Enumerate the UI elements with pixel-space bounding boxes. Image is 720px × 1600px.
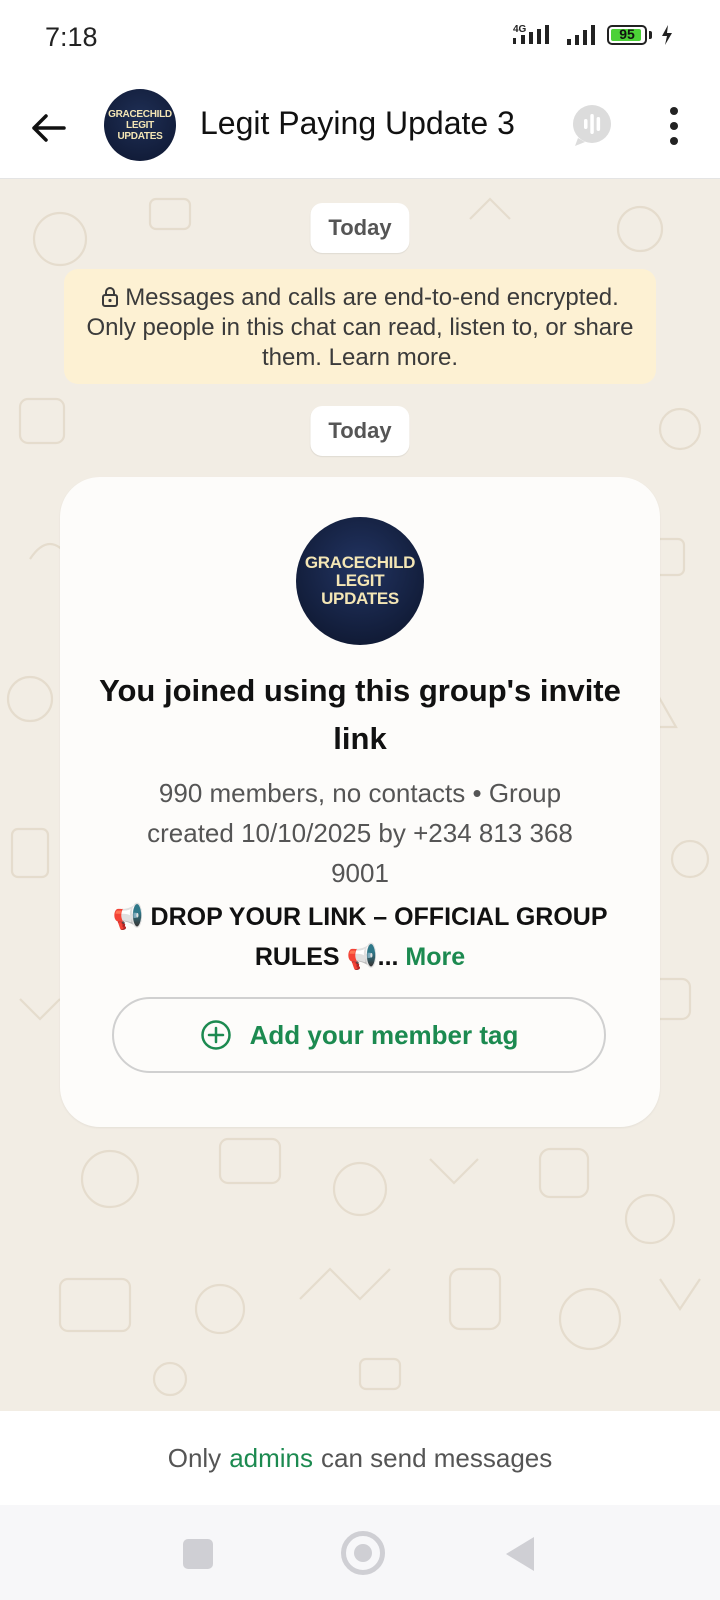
- signal-4g-icon: 4G: [513, 24, 549, 44]
- admins-link[interactable]: admins: [229, 1443, 313, 1474]
- more-options-button[interactable]: [656, 102, 692, 150]
- encryption-notice-text: Messages and calls are end-to-end encryp…: [86, 284, 634, 371]
- group-rules-text: 📢 DROP YOUR LINK – OFFICIAL GROUP RULES …: [112, 903, 608, 971]
- network-type: 4G: [513, 24, 527, 35]
- footer-prefix: Only: [167, 1442, 222, 1473]
- battery-tip: [649, 31, 652, 39]
- back-arrow-icon: [32, 114, 66, 142]
- date-chip: Today: [310, 406, 410, 456]
- group-call-icon: [573, 105, 611, 146]
- system-nav-bar: [0, 1505, 720, 1600]
- group-call-button[interactable]: [568, 102, 616, 150]
- charging-icon: [662, 25, 672, 45]
- footer-suffix: can send messages: [321, 1442, 553, 1473]
- add-member-tag-button[interactable]: Add your member tag: [112, 997, 606, 1073]
- chat-header: GRACECHILD LEGIT UPDATES Legit Paying Up…: [0, 78, 720, 179]
- recents-button[interactable]: [183, 1539, 213, 1569]
- chat-area[interactable]: Today Messages and calls are end-to-end …: [0, 179, 720, 1411]
- more-vert-icon-dot: [670, 122, 678, 130]
- status-icons: 4G 95: [511, 22, 674, 48]
- group-description: 📢 DROP YOUR LINK – OFFICIAL GROUP RULES …: [100, 897, 620, 977]
- status-time: 7:18: [45, 22, 98, 52]
- home-button[interactable]: [341, 1531, 385, 1575]
- lock-icon: [102, 287, 119, 307]
- group-avatar[interactable]: GRACECHILD LEGIT UPDATES: [104, 89, 176, 161]
- more-vert-icon-dot: [670, 137, 678, 145]
- more-vert-icon: [670, 107, 678, 115]
- group-info-card: GRACECHILD LEGIT UPDATES You joined usin…: [60, 477, 660, 1127]
- avatar-text-line1: GRACECHILD: [108, 108, 172, 120]
- group-meta: 990 members, no contacts • Group created…: [147, 778, 573, 888]
- avatar-text-line2: LEGIT UPDATES: [321, 571, 399, 608]
- group-info-avatar[interactable]: GRACECHILD LEGIT UPDATES: [296, 517, 424, 645]
- battery-level: 95: [619, 26, 635, 42]
- joined-message: You joined using this group's invite lin…: [99, 673, 621, 756]
- date-chip: Today: [310, 203, 410, 253]
- system-back-button[interactable]: [506, 1537, 534, 1571]
- avatar-text-line2: LEGIT UPDATES: [117, 119, 163, 142]
- back-button[interactable]: [26, 106, 70, 150]
- avatar-text-line1: GRACECHILD: [304, 553, 416, 572]
- read-only-footer: Only admins can send messages: [0, 1411, 720, 1505]
- add-member-tag-label: Add your member tag: [249, 1019, 519, 1050]
- status-bar: 7:18 4G 95: [0, 0, 720, 78]
- group-name[interactable]: Legit Paying Update 3: [200, 105, 515, 142]
- battery-icon: 95: [607, 25, 647, 45]
- encryption-notice[interactable]: Messages and calls are end-to-end encryp…: [64, 269, 656, 384]
- more-link[interactable]: More: [405, 943, 465, 971]
- add-circle-icon: [200, 1020, 231, 1050]
- signal-icon: [567, 25, 595, 45]
